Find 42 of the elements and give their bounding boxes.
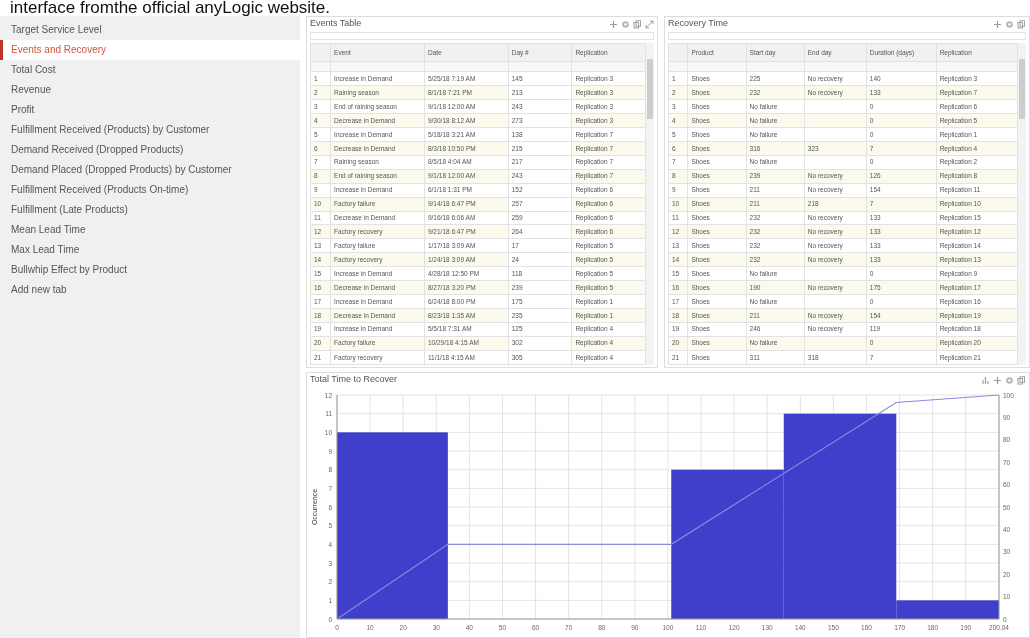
- copy-icon[interactable]: [1017, 19, 1026, 29]
- scrollbar[interactable]: [646, 43, 654, 365]
- filter-cell[interactable]: [746, 61, 805, 72]
- panel-title: Recovery Time: [668, 17, 729, 31]
- filter-cell[interactable]: [866, 61, 937, 72]
- sidebar-item[interactable]: Demand Received (Dropped Products): [0, 140, 300, 160]
- expand-icon[interactable]: [645, 19, 654, 29]
- sidebar-item[interactable]: Target Service Level: [0, 20, 300, 40]
- sidebar-item[interactable]: Bullwhip Effect by Product: [0, 260, 300, 280]
- sidebar-item[interactable]: Total Cost: [0, 60, 300, 80]
- plus-icon[interactable]: [993, 19, 1002, 29]
- sidebar-item[interactable]: Events and Recovery: [0, 40, 300, 60]
- sidebar-item[interactable]: Add new tab: [0, 280, 300, 300]
- panel-title: Total Time to Recover: [310, 373, 398, 387]
- filter-cell[interactable]: [804, 61, 867, 72]
- filter-cell[interactable]: [936, 61, 1018, 72]
- sidebar-item[interactable]: Max Lead Time: [0, 240, 300, 260]
- filter-field[interactable]: [668, 32, 1026, 40]
- gear-icon[interactable]: [621, 19, 630, 29]
- filter-cell[interactable]: [508, 61, 572, 72]
- scrollbar[interactable]: [1018, 43, 1026, 365]
- copy-icon[interactable]: [1017, 375, 1026, 385]
- copy-icon[interactable]: [633, 19, 642, 29]
- panel-title: Events Table: [310, 17, 362, 31]
- filter-field[interactable]: [310, 32, 654, 40]
- gear-icon[interactable]: [1005, 375, 1014, 385]
- bar-chart-icon[interactable]: [981, 375, 990, 385]
- plus-icon[interactable]: [993, 375, 1002, 385]
- filter-cell[interactable]: [571, 61, 646, 72]
- filter-cell[interactable]: [330, 61, 425, 72]
- caption-text: interface fromthe official anyLogic website.: [9, 0, 332, 16]
- sidebar-item[interactable]: Fulfillment Received (Products) by Customer: [0, 120, 300, 140]
- sidebar-item[interactable]: Profit: [0, 100, 300, 120]
- filter-cell[interactable]: [424, 61, 509, 72]
- sidebar-item[interactable]: Fulfillment (Late Products): [0, 200, 300, 220]
- sidebar-item[interactable]: Fulfillment Received (Products On-time): [0, 180, 300, 200]
- sidebar-item[interactable]: Demand Placed (Dropped Products) by Customer: [0, 160, 300, 180]
- filter-cell[interactable]: [687, 61, 747, 72]
- sidebar-item[interactable]: Mean Lead Time: [0, 220, 300, 240]
- sidebar-item[interactable]: Revenue: [0, 80, 300, 100]
- gear-icon[interactable]: [1005, 19, 1014, 29]
- plus-icon[interactable]: [609, 19, 618, 29]
